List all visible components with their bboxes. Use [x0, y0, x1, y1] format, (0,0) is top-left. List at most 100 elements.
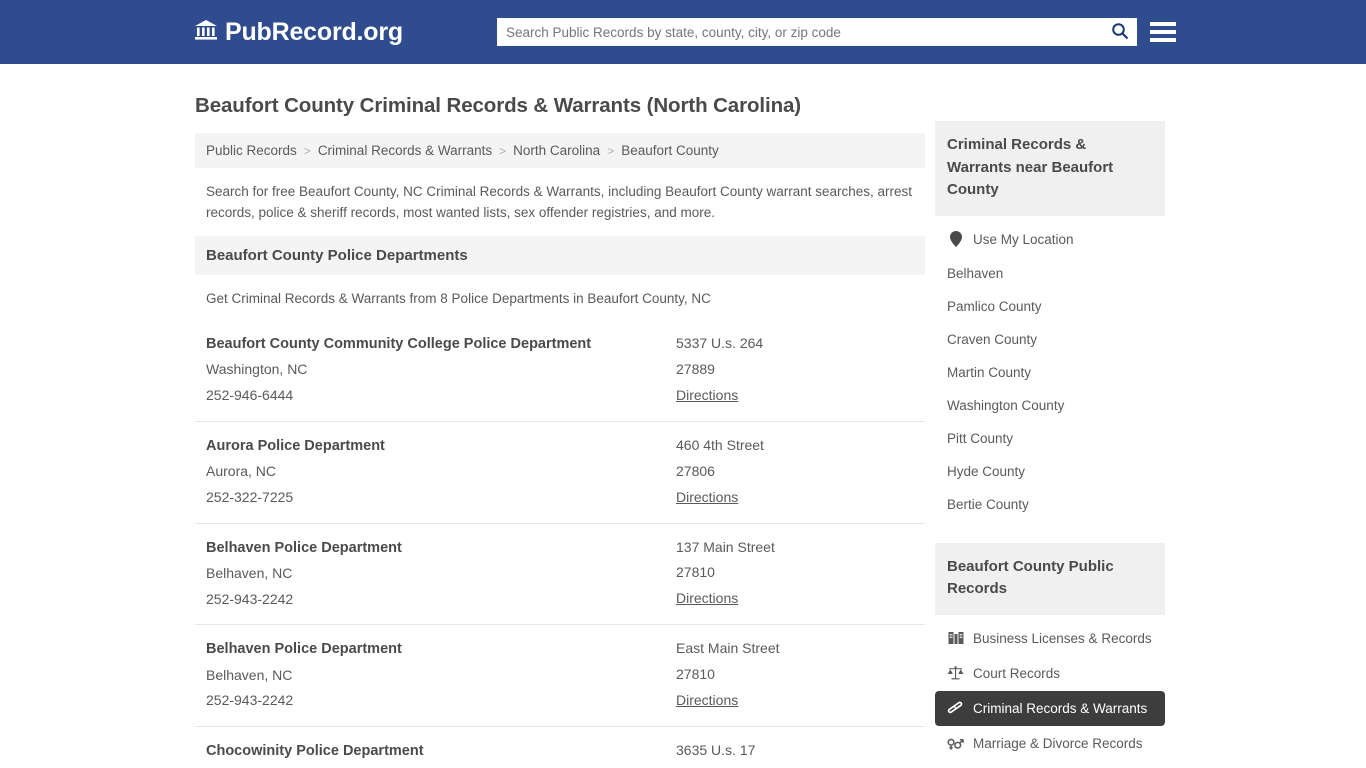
nearby-item-pamlico-county[interactable]: Pamlico County — [935, 290, 1165, 323]
section-subtitle: Get Criminal Records & Warrants from 8 P… — [206, 290, 711, 306]
nearby-list: Use My Location Belhaven Pamlico County Cra… — [935, 216, 1165, 521]
site-logo-text: PubRecord.org — [225, 17, 403, 46]
records-item-criminal-records-warrants[interactable]: Criminal Records & Warrants — [935, 690, 1165, 726]
listing-name[interactable]: Aurora Police Department — [206, 433, 676, 459]
listing-street: 3635 U.s. 17 — [676, 742, 756, 759]
listing-row: Aurora Police Department Aurora, NC 252-32… — [195, 420, 925, 523]
records-item-label: Court Records — [973, 665, 1061, 681]
nearby-item-label: Use My Location — [973, 231, 1074, 247]
search-button[interactable] — [1103, 18, 1137, 46]
listing-phone[interactable]: 252-943-2242 — [206, 587, 676, 613]
listing-name[interactable]: Beaufort County Community College Police… — [206, 331, 676, 357]
nearby-item-pitt-county[interactable]: Pitt County — [935, 422, 1165, 455]
listing-zip: 27889 — [676, 360, 715, 377]
search-icon — [1111, 22, 1129, 43]
directions-link[interactable]: Directions — [676, 485, 738, 511]
breadcrumb-item-north-carolina[interactable]: North Carolina — [513, 143, 600, 158]
nearby-item-hyde-county[interactable]: Hyde County — [935, 455, 1165, 488]
nearby-item-label: Pamlico County — [947, 298, 1042, 314]
nearby-item-label: Bertie County — [947, 496, 1029, 512]
listing-row: Belhaven Police Department Belhaven, NC 25… — [195, 624, 925, 726]
listing-street: 5337 U.s. 264 — [676, 334, 764, 351]
nearby-item-label: Martin County — [947, 364, 1032, 380]
scales-of-justice-icon — [947, 665, 964, 682]
listing-zip: 27810 — [676, 564, 715, 581]
site-header: PubRecord.org — [0, 0, 1366, 64]
listing-address: 3635 U.s. 1727817Directions — [676, 738, 914, 768]
search-bar — [497, 18, 1137, 46]
listing-list: Beaufort County Community College Police… — [195, 320, 925, 768]
listing-address: 460 4th Street 27806 Directions — [676, 433, 914, 511]
listing-info: Aurora Police Department Aurora, NC 252-32… — [206, 433, 676, 511]
directions-link[interactable]: Directions — [676, 586, 738, 612]
breadcrumb-separator: > — [303, 143, 311, 158]
listing-zip: 27810 — [676, 666, 715, 683]
handcuffs-icon — [947, 700, 964, 717]
records-list: Business Licenses & Records Court Records… — [935, 615, 1165, 761]
page-title: Beaufort County Criminal Records & Warra… — [195, 94, 802, 117]
breadcrumb-separator: > — [499, 143, 507, 158]
records-item-label: Criminal Records & Warrants — [973, 700, 1148, 716]
listing-city: Chocowinity, NC — [206, 764, 676, 768]
gender-symbols-icon — [947, 735, 964, 752]
hamburger-bar — [1150, 22, 1176, 26]
listing-row: Belhaven Police Department Belhaven, NC 25… — [195, 522, 925, 625]
listing-name[interactable]: Chocowinity Police Department — [206, 738, 676, 764]
section-heading: Beaufort County Police Departments — [195, 235, 925, 275]
listing-street: 460 4th Street — [676, 436, 764, 453]
listing-info: Beaufort County Community College Police… — [206, 331, 676, 409]
business-building-icon — [947, 630, 964, 647]
nearby-item-label: Craven County — [947, 331, 1038, 347]
directions-link[interactable]: Directions — [676, 383, 738, 409]
nearby-item-label: Belhaven — [947, 265, 1004, 281]
nearby-item-label: Pitt County — [947, 430, 1014, 446]
nearby-item-martin-county[interactable]: Martin County — [935, 356, 1165, 389]
listing-info: Belhaven Police Department Belhaven, NC 25… — [206, 636, 676, 714]
listing-zip: 27806 — [676, 462, 715, 479]
records-item-label: Marriage & Divorce Records — [973, 735, 1143, 751]
listing-zip: 27817 — [676, 764, 914, 768]
listing-info: Chocowinity Police DepartmentChocowinity… — [206, 738, 676, 768]
nearby-item-belhaven[interactable]: Belhaven — [935, 257, 1165, 290]
breadcrumb-separator: > — [607, 143, 615, 158]
listing-name[interactable]: Belhaven Police Department — [206, 535, 676, 561]
hamburger-menu-icon[interactable] — [1150, 19, 1176, 45]
breadcrumb-item-public-records[interactable]: Public Records — [206, 143, 297, 158]
records-item-marriage-divorce-records[interactable]: Marriage & Divorce Records — [935, 726, 1165, 761]
nearby-item-bertie-county[interactable]: Bertie County — [935, 488, 1165, 521]
records-item-business-licenses-records[interactable]: Business Licenses & Records — [935, 621, 1165, 656]
hamburger-bar — [1150, 30, 1176, 34]
nearby-item-use-my-location[interactable]: Use My Location — [935, 222, 1165, 257]
breadcrumb-item-beaufort-county[interactable]: Beaufort County — [621, 143, 719, 158]
listing-city: Belhaven, NC — [206, 564, 293, 581]
nearby-panel-heading: Criminal Records & Warrants near Beaufor… — [935, 121, 1165, 216]
breadcrumb-item-criminal-records[interactable]: Criminal Records & Warrants — [318, 143, 492, 158]
listing-street: East Main Street — [676, 640, 780, 657]
listing-address: 5337 U.s. 264 27889 Directions — [676, 331, 914, 409]
listing-city: Belhaven, NC — [206, 666, 293, 683]
records-item-label: Business Licenses & Records — [973, 630, 1152, 646]
listing-street: 137 Main Street — [676, 538, 775, 555]
nearby-item-label: Hyde County — [947, 463, 1026, 479]
listing-row: Beaufort County Community College Police… — [195, 320, 925, 421]
nearby-item-washington-county[interactable]: Washington County — [935, 389, 1165, 422]
directions-link[interactable]: Directions — [676, 688, 738, 714]
listing-row: Chocowinity Police DepartmentChocowinity… — [195, 726, 925, 768]
listing-name[interactable]: Belhaven Police Department — [206, 636, 676, 662]
listing-city: Aurora, NC — [206, 462, 277, 479]
listing-address: East Main Street 27810 Directions — [676, 636, 914, 714]
listing-phone[interactable]: 252-322-7225 — [206, 485, 676, 511]
listing-phone[interactable]: 252-943-2242 — [206, 688, 676, 714]
records-panel-heading: Beaufort County Public Records — [935, 542, 1165, 615]
sidebar: Criminal Records & Warrants near Beaufor… — [935, 121, 1165, 761]
site-logo[interactable]: PubRecord.org — [194, 18, 403, 47]
listing-phone[interactable]: 252-946-6444 — [206, 383, 676, 409]
search-input[interactable] — [497, 19, 1103, 45]
nearby-item-craven-county[interactable]: Craven County — [935, 323, 1165, 356]
records-item-court-records[interactable]: Court Records — [935, 656, 1165, 691]
intro-text: Search for free Beaufort County, NC Crim… — [206, 184, 913, 220]
nearby-item-label: Washington County — [947, 397, 1065, 413]
listing-address: 137 Main Street 27810 Directions — [676, 535, 914, 613]
main-content: Beaufort County Criminal Records & Warra… — [195, 94, 925, 768]
